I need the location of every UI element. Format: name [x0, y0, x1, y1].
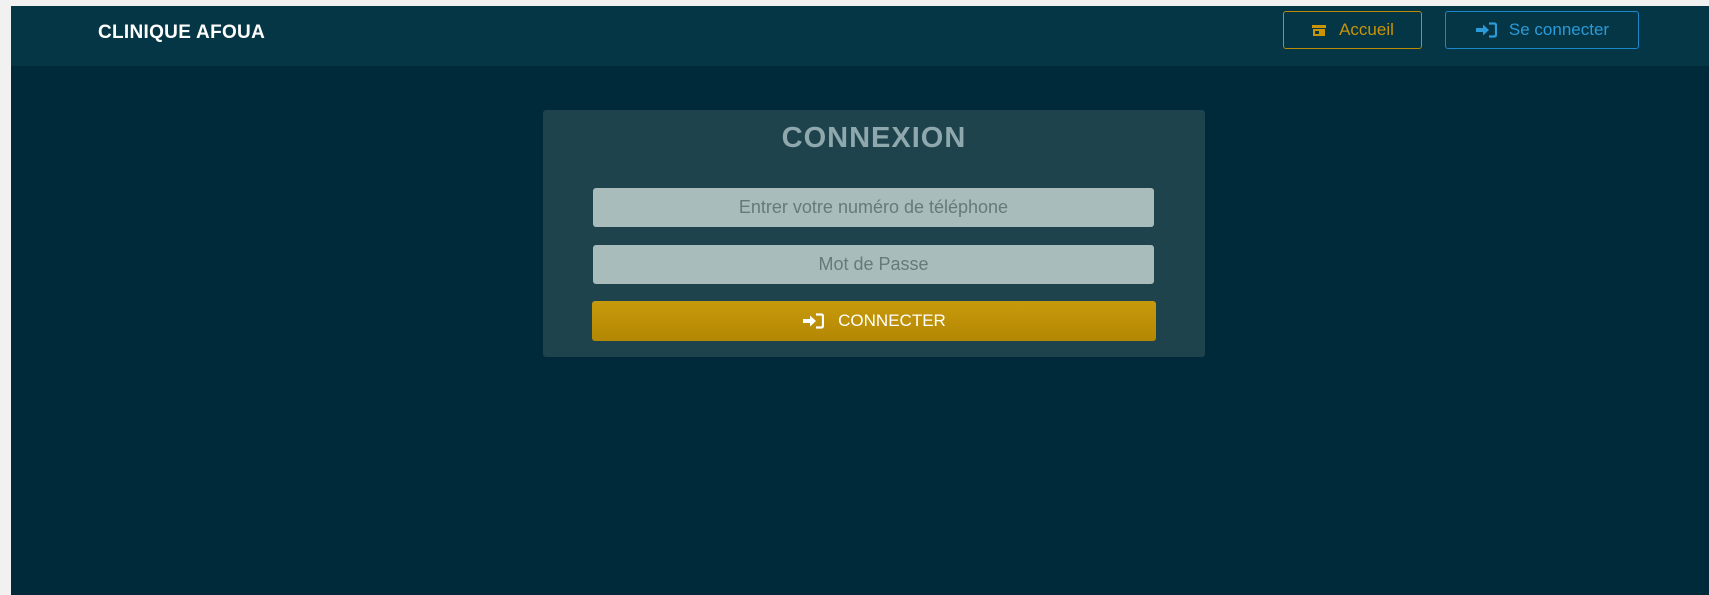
- password-input[interactable]: [593, 245, 1154, 284]
- login-card: CONNEXION CONNECTER: [543, 110, 1205, 357]
- connecter-button[interactable]: CONNECTER: [592, 301, 1156, 341]
- login-title: CONNEXION: [781, 122, 967, 154]
- sign-in-icon: [1475, 22, 1497, 38]
- se-connecter-label: Se connecter: [1508, 20, 1610, 39]
- accueil-label: Accueil: [1339, 20, 1394, 39]
- phone-input[interactable]: [593, 188, 1154, 227]
- sign-in-icon: [802, 313, 825, 329]
- app-frame: CLINIQUE AFOUA Accueil Se connecter CONN…: [11, 6, 1709, 595]
- connecter-label: CONNECTER: [838, 311, 946, 330]
- accueil-button[interactable]: Accueil: [1283, 11, 1422, 49]
- se-connecter-button[interactable]: Se connecter: [1445, 11, 1639, 49]
- top-navbar: CLINIQUE AFOUA Accueil Se connecter: [11, 6, 1709, 66]
- store-icon: [1311, 24, 1327, 37]
- brand-title[interactable]: CLINIQUE AFOUA: [98, 22, 265, 44]
